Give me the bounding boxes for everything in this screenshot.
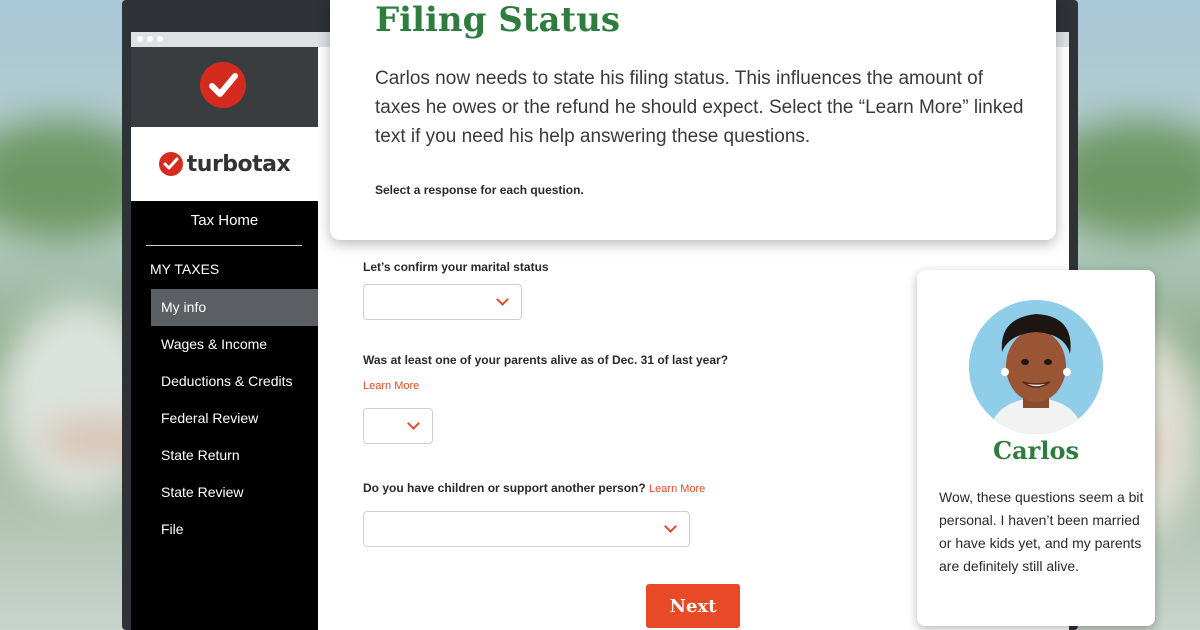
- dependents-question-text: Do you have children or support another …: [363, 481, 646, 495]
- sidebar-item-state-return[interactable]: State Return: [151, 437, 318, 474]
- marital-status-select[interactable]: [363, 284, 522, 320]
- sidebar-item-deductions-credits[interactable]: Deductions & Credits: [151, 363, 318, 400]
- sidebar-item-federal-review[interactable]: Federal Review: [151, 400, 318, 437]
- sidebar-item-state-review[interactable]: State Review: [151, 474, 318, 511]
- dependents-label: Do you have children or support another …: [363, 481, 705, 495]
- marital-status-label: Let’s confirm your marital status: [363, 260, 549, 274]
- page-title: Filing Status: [375, 0, 621, 40]
- sidebar-item-wages-income[interactable]: Wages & Income: [151, 326, 318, 363]
- chevron-down-icon: [407, 417, 420, 430]
- sidebar-divider: [146, 245, 302, 246]
- brand-check-icon: [158, 152, 183, 176]
- chevron-down-icon: [496, 293, 509, 306]
- sidebar: turbotax Tax Home MY TAXES My info Wages…: [131, 47, 318, 630]
- logo-header: [131, 47, 318, 127]
- character-speech: Wow, these questions seem a bit personal…: [939, 489, 1144, 574]
- learn-more-link[interactable]: Learn More: [363, 380, 419, 392]
- character-card: Carlos Wow, these questions seem a bit p…: [917, 270, 1155, 626]
- parents-alive-select[interactable]: [363, 408, 433, 444]
- tax-home-link[interactable]: Tax Home: [131, 212, 318, 229]
- parents-alive-label: Was at least one of your parents alive a…: [363, 353, 729, 367]
- sidebar-item-my-info[interactable]: My info: [151, 289, 318, 326]
- sidebar-section-title: MY TAXES: [150, 261, 220, 277]
- card-description: Carlos now needs to state his filing sta…: [375, 68, 1024, 147]
- sidebar-item-file[interactable]: File: [151, 511, 318, 548]
- learn-more-link[interactable]: Learn More: [649, 483, 705, 495]
- brand-logo[interactable]: turbotax: [131, 127, 318, 201]
- filing-status-card: Filing Status Carlos now needs to state …: [330, 0, 1056, 240]
- next-button[interactable]: Next: [646, 584, 740, 628]
- chevron-down-icon: [664, 520, 677, 533]
- window-dot-icon: [147, 36, 153, 42]
- character-name: Carlos: [993, 436, 1079, 465]
- turbotax-check-icon: [200, 62, 246, 108]
- window-dot-icon: [137, 36, 143, 42]
- carlos-avatar: [969, 300, 1103, 434]
- window-dot-icon: [157, 36, 163, 42]
- brand-wordmark: turbotax: [186, 151, 291, 177]
- sidebar-nav: My info Wages & Income Deductions & Cred…: [151, 289, 318, 548]
- dependents-select[interactable]: [363, 511, 690, 547]
- card-instruction: Select a response for each question.: [375, 183, 584, 197]
